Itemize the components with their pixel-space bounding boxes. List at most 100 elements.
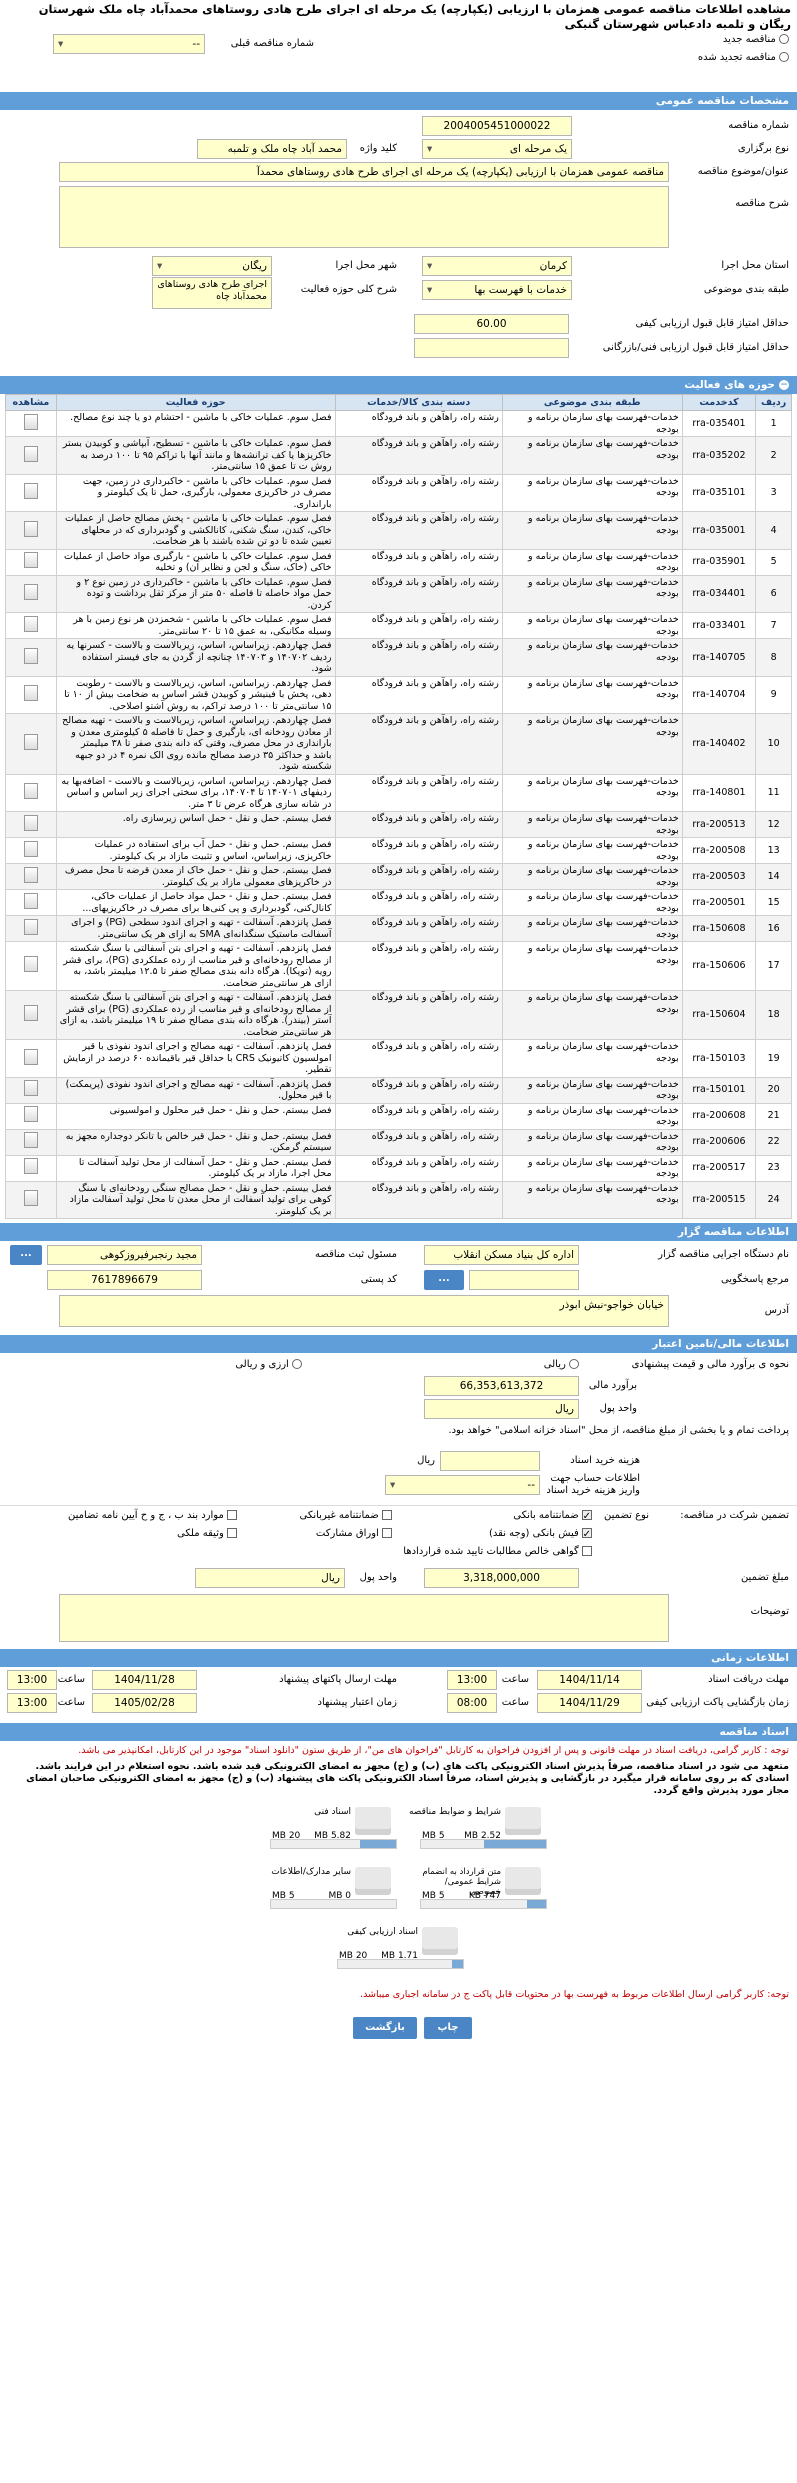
opt-bonds[interactable]: اوراق مشارکت bbox=[316, 1528, 392, 1539]
view-document-icon[interactable] bbox=[23, 615, 38, 632]
view-cell[interactable] bbox=[5, 1102, 57, 1130]
fx-radio[interactable] bbox=[292, 1359, 302, 1369]
validity-time[interactable]: 13:00 bbox=[7, 1693, 57, 1713]
file-card-technical[interactable]: اسناد فنی 5.82 MB 20 MB bbox=[270, 1805, 397, 1855]
opt-property[interactable]: وثیقه ملکی bbox=[177, 1528, 237, 1539]
view-document-icon[interactable] bbox=[23, 1132, 38, 1149]
view-document-icon[interactable] bbox=[23, 1048, 38, 1065]
submit-deadline-time[interactable]: 13:00 bbox=[7, 1670, 57, 1690]
view-cell[interactable] bbox=[5, 675, 57, 714]
view-cell[interactable] bbox=[5, 1076, 57, 1104]
prev-number-select[interactable]: -- bbox=[53, 34, 205, 54]
opt-property-checkbox[interactable] bbox=[227, 1528, 237, 1538]
view-document-icon[interactable] bbox=[23, 584, 38, 600]
view-cell[interactable] bbox=[5, 990, 57, 1040]
view-document-icon[interactable] bbox=[23, 1106, 38, 1123]
view-cell[interactable] bbox=[5, 1128, 57, 1156]
guarantee-amount-field[interactable]: 3,318,000,000 bbox=[424, 1568, 579, 1588]
file-card-conditions[interactable]: شرایط و ضوابط مناقصه 2.52 MB 5 MB bbox=[409, 1805, 547, 1855]
view-document-icon[interactable] bbox=[23, 520, 38, 537]
open-date[interactable]: 1404/11/29 bbox=[537, 1693, 642, 1713]
view-cell[interactable] bbox=[5, 889, 57, 916]
opt-clauses[interactable]: موارد بند ب ، ج و ح آیین نامه تضامین bbox=[68, 1510, 237, 1521]
submit-deadline-date[interactable]: 1404/11/28 bbox=[92, 1670, 197, 1690]
opt-nonbank-guarantee[interactable]: ضمانتنامه غیربانکی bbox=[299, 1510, 392, 1521]
opt-claims-checkbox[interactable] bbox=[582, 1546, 592, 1556]
view-document-icon[interactable] bbox=[23, 956, 38, 973]
view-cell[interactable] bbox=[5, 941, 57, 991]
opt-clauses-checkbox[interactable] bbox=[227, 1510, 237, 1520]
fx-option[interactable]: ارزی و ریالی bbox=[235, 1359, 302, 1370]
view-cell[interactable] bbox=[5, 863, 57, 890]
validity-date[interactable]: 1405/02/28 bbox=[92, 1693, 197, 1713]
rial-option[interactable]: ریالی bbox=[544, 1359, 579, 1370]
unit-field[interactable]: ریال bbox=[424, 1399, 579, 1419]
doc-cost-field[interactable] bbox=[440, 1451, 540, 1471]
print-button[interactable]: چاپ bbox=[424, 2017, 472, 2039]
category-select[interactable]: خدمات با فهرست بها bbox=[422, 280, 572, 300]
view-document-icon[interactable] bbox=[23, 892, 38, 909]
view-cell[interactable] bbox=[5, 1154, 57, 1182]
renewed-tender-radio[interactable] bbox=[779, 52, 789, 62]
ref-field[interactable] bbox=[469, 1270, 579, 1290]
guarantee-unit-field[interactable]: ریال bbox=[195, 1568, 345, 1588]
open-time[interactable]: 08:00 bbox=[447, 1693, 497, 1713]
view-document-icon[interactable] bbox=[23, 685, 38, 701]
opt-claims[interactable]: گواهی خالص مطالبات تایید شده قراردادها bbox=[403, 1546, 592, 1557]
officer-button[interactable]: ... bbox=[10, 1245, 42, 1265]
view-cell[interactable] bbox=[5, 574, 57, 613]
opt-cash-checkbox[interactable]: ✓ bbox=[582, 1528, 592, 1540]
file-card-quality[interactable]: اسناد ارزیابی کیفی 1.71 MB 20 MB bbox=[337, 1925, 464, 1975]
view-document-icon[interactable] bbox=[23, 840, 38, 857]
opt-cash[interactable]: ✓ فیش بانکی (وجه نقد) bbox=[489, 1528, 592, 1540]
view-document-icon[interactable] bbox=[23, 1158, 38, 1175]
view-cell[interactable] bbox=[5, 915, 57, 942]
renewed-tender-option[interactable]: مناقصه تجدید شده bbox=[698, 52, 789, 63]
address-field[interactable]: خیابان خواجو-نبش ابوذر bbox=[59, 1295, 669, 1327]
opt-bonds-checkbox[interactable] bbox=[382, 1528, 392, 1538]
min-quality-field[interactable]: 60.00 bbox=[414, 314, 569, 334]
back-button[interactable]: بازگشت bbox=[353, 2017, 417, 2039]
officer-field[interactable]: مجید رنجبرفیروزکوهی bbox=[47, 1245, 202, 1265]
postal-field[interactable]: 7617896679 bbox=[47, 1270, 202, 1290]
view-cell[interactable] bbox=[5, 638, 57, 677]
view-document-icon[interactable] bbox=[23, 866, 38, 883]
subject-field[interactable]: مناقصه عمومی همزمان با ارزیابی (یکپارچه)… bbox=[59, 162, 669, 182]
view-cell[interactable] bbox=[5, 773, 57, 812]
view-document-icon[interactable] bbox=[23, 483, 38, 499]
view-cell[interactable] bbox=[5, 511, 57, 550]
view-document-icon[interactable] bbox=[23, 647, 38, 664]
view-cell[interactable] bbox=[5, 473, 57, 512]
view-cell[interactable] bbox=[5, 713, 57, 775]
ref-button[interactable]: ... bbox=[424, 1270, 464, 1290]
view-cell[interactable] bbox=[5, 612, 57, 639]
description-field[interactable] bbox=[59, 186, 669, 248]
min-tech-field[interactable] bbox=[414, 338, 569, 358]
view-document-icon[interactable] bbox=[23, 918, 38, 935]
type-select[interactable]: یک مرحله ای bbox=[422, 139, 572, 159]
keyword-field[interactable]: محمد آباد چاه ملک و تلمبه bbox=[197, 139, 347, 159]
collapse-icon[interactable]: − bbox=[779, 380, 789, 390]
account-select[interactable]: -- bbox=[385, 1475, 540, 1495]
view-document-icon[interactable] bbox=[23, 413, 38, 430]
opt-bank-guarantee[interactable]: ✓ ضمانتنامه بانکی bbox=[513, 1510, 592, 1522]
view-cell[interactable] bbox=[5, 410, 57, 437]
activity-field[interactable]: اجرای طرح هادی روستاهای محمدآباد چاه bbox=[152, 277, 272, 309]
file-card-contract[interactable]: متن قرارداد به انضمام شرایط عمومی/خصوصی … bbox=[420, 1865, 547, 1915]
view-cell[interactable] bbox=[5, 548, 57, 576]
tender-number-field[interactable]: 2004005451000022 bbox=[422, 116, 572, 136]
notes-field[interactable] bbox=[59, 1594, 669, 1642]
view-document-icon[interactable] bbox=[23, 734, 38, 750]
view-document-icon[interactable] bbox=[23, 552, 38, 569]
view-document-icon[interactable] bbox=[23, 1005, 38, 1022]
view-document-icon[interactable] bbox=[23, 783, 38, 799]
amount-field[interactable]: 66,353,613,372 bbox=[424, 1376, 579, 1396]
opt-bank-guarantee-checkbox[interactable]: ✓ bbox=[582, 1510, 592, 1522]
new-tender-radio[interactable] bbox=[779, 34, 789, 44]
view-cell[interactable] bbox=[5, 1180, 57, 1219]
doc-deadline-time[interactable]: 13:00 bbox=[447, 1670, 497, 1690]
view-cell[interactable] bbox=[5, 436, 57, 475]
view-cell[interactable] bbox=[5, 837, 57, 864]
view-document-icon[interactable] bbox=[23, 814, 38, 831]
province-select[interactable]: کرمان bbox=[422, 256, 572, 276]
